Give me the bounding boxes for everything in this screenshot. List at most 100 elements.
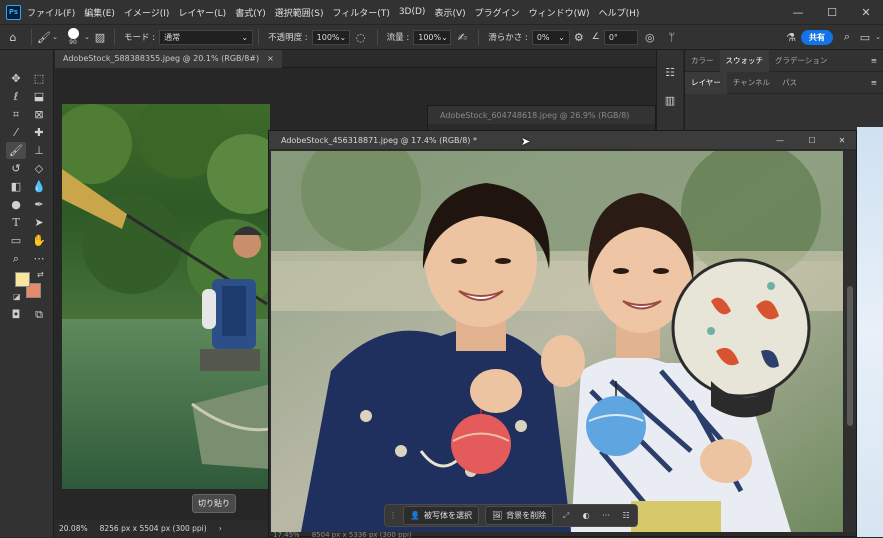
dodge-tool-icon[interactable]: ● xyxy=(6,196,26,213)
object-select-tool-icon[interactable]: ⬓ xyxy=(29,88,49,105)
canvas-canoe-photo[interactable] xyxy=(62,104,270,489)
brush-preset-picker[interactable]: 90 xyxy=(63,26,83,48)
panel-menu-icon[interactable]: ≡ xyxy=(871,56,877,65)
quick-mask-icon[interactable]: ◘ xyxy=(6,306,26,323)
blur-tool-icon[interactable]: 💧 xyxy=(29,178,49,195)
tab-paths[interactable]: パス xyxy=(776,72,803,94)
tab-color[interactable]: カラー xyxy=(685,50,720,72)
menu-file[interactable]: ファイル(F) xyxy=(27,6,75,19)
pressure-opacity-icon[interactable]: ◌ xyxy=(350,31,372,44)
minimize-icon[interactable]: — xyxy=(764,136,796,145)
maximize-icon[interactable]: ☐ xyxy=(796,136,828,145)
close-icon[interactable]: ✕ xyxy=(828,136,856,145)
flask-icon[interactable]: ⚗ xyxy=(781,31,801,44)
paste-button[interactable]: 切り貼り xyxy=(192,494,236,513)
adjustments-icon[interactable]: ☷ xyxy=(660,64,680,81)
more-options-button[interactable]: ··· xyxy=(599,511,613,520)
airbrush-icon[interactable]: ✍ xyxy=(451,31,473,44)
type-tool-icon[interactable]: T xyxy=(6,214,26,231)
adjustment-icon[interactable]: ◐ xyxy=(579,511,593,520)
eyedropper-tool-icon[interactable]: ⁄ xyxy=(6,124,26,141)
menu-type[interactable]: 書式(Y) xyxy=(235,6,266,19)
zoom-level[interactable]: 20.08% xyxy=(59,524,88,533)
panel-menu-icon[interactable]: ≡ xyxy=(871,78,877,87)
flow-field[interactable]: 100% ⌄ xyxy=(413,29,452,45)
hand-tool-icon[interactable]: ✋ xyxy=(29,232,49,249)
menu-filter[interactable]: フィルター(T) xyxy=(332,6,389,19)
stamp-tool-icon[interactable]: ⊥ xyxy=(29,142,49,159)
gear-icon[interactable]: ⚙ xyxy=(570,31,588,44)
opacity-field[interactable]: 100% ⌄ xyxy=(311,29,350,45)
angle-icon: ∠ xyxy=(591,32,600,42)
tab-gradients[interactable]: グラデーション xyxy=(769,50,833,72)
zoom-tool-icon[interactable]: ⌕ xyxy=(6,250,26,267)
home-icon[interactable]: ⌂ xyxy=(0,31,26,44)
angle-value: 0° xyxy=(608,32,618,42)
path-select-tool-icon[interactable]: ➤ xyxy=(29,214,49,231)
drag-handle-icon[interactable]: ⋮ xyxy=(389,511,397,520)
search-icon[interactable]: ⌕ xyxy=(837,30,857,44)
brush-tool-icon[interactable]: 🖌 xyxy=(37,31,51,44)
menu-3d[interactable]: 3D(D) xyxy=(399,7,426,17)
minimize-icon[interactable]: — xyxy=(781,0,815,24)
tab-layers[interactable]: レイヤー xyxy=(685,71,727,94)
scrollbar-thumb[interactable] xyxy=(847,286,853,426)
menu-view[interactable]: 表示(V) xyxy=(434,6,465,19)
chevron-down-icon[interactable]: ⌄ xyxy=(873,33,883,41)
gradient-tool-icon[interactable]: ◧ xyxy=(6,178,26,195)
status-arrow-icon[interactable]: › xyxy=(219,524,222,533)
smoothing-value: 0% xyxy=(536,32,550,42)
close-icon[interactable]: ✕ xyxy=(849,0,883,24)
maximize-icon[interactable]: ☐ xyxy=(815,0,849,24)
floating-window-front[interactable]: AdobeStock_456318871.jpeg @ 17.4% (RGB/8… xyxy=(268,130,857,538)
menu-image[interactable]: イメージ(I) xyxy=(124,6,170,19)
tab-close-icon[interactable]: × xyxy=(267,54,274,63)
history-brush-tool-icon[interactable]: ↺ xyxy=(6,160,26,177)
select-subject-button[interactable]: 👤 被写体を選択 xyxy=(403,506,479,525)
more-tools-icon[interactable]: ⋯ xyxy=(29,250,49,267)
settings-sliders-icon[interactable]: ☷ xyxy=(619,511,633,520)
remove-background-button[interactable]: 🖼 背景を削除 xyxy=(484,506,554,525)
eraser-tool-icon[interactable]: ◇ xyxy=(29,160,49,177)
zoom-level[interactable]: 17.45% xyxy=(273,532,300,538)
move-tool-icon[interactable]: ✥ xyxy=(6,70,26,87)
mode-select[interactable]: 通常 ⌄ xyxy=(159,29,254,45)
rectangle-tool-icon[interactable]: ▭ xyxy=(6,232,26,249)
window-title-bar[interactable]: AdobeStock_456318871.jpeg @ 17.4% (RGB/8… xyxy=(269,131,856,149)
crop-tool-icon[interactable]: ⌗ xyxy=(6,106,26,123)
pen-tool-icon[interactable]: ✒ xyxy=(29,196,49,213)
share-button[interactable]: 共有 xyxy=(801,29,833,45)
smoothing-field[interactable]: 0% ⌄ xyxy=(531,29,570,45)
menu-edit[interactable]: 編集(E) xyxy=(84,6,115,19)
swap-colors-icon[interactable]: ⇄ xyxy=(37,270,44,279)
pressure-size-icon[interactable]: ◎ xyxy=(638,31,662,44)
opacity-value: 100% xyxy=(316,32,340,42)
menu-plugins[interactable]: プラグイン xyxy=(475,6,520,19)
default-colors-icon[interactable]: ◪ xyxy=(13,292,21,301)
tab-channels[interactable]: チャンネル xyxy=(727,72,776,94)
menu-select[interactable]: 選択範囲(S) xyxy=(275,6,324,19)
menu-window[interactable]: ウィンドウ(W) xyxy=(529,6,590,19)
frame-tool-icon[interactable]: ⊠ xyxy=(29,106,49,123)
foreground-color-swatch[interactable] xyxy=(15,272,30,287)
vertical-scrollbar[interactable] xyxy=(844,151,856,532)
chevron-down-icon[interactable]: ⌄ xyxy=(51,33,59,41)
canvas-yukata-photo[interactable] xyxy=(271,151,843,532)
libraries-icon[interactable]: ▥ xyxy=(660,92,680,109)
marquee-tool-icon[interactable]: ⬚ xyxy=(29,70,49,87)
window-title-bar[interactable]: AdobeStock_604748618.jpeg @ 26.9% (RGB/8… xyxy=(428,106,655,124)
menu-layer[interactable]: レイヤー(L) xyxy=(178,6,226,19)
healing-brush-tool-icon[interactable]: ✚ xyxy=(29,124,49,141)
lasso-tool-icon[interactable]: ℓ xyxy=(6,88,26,105)
brush-tool-icon[interactable]: 🖌 xyxy=(6,142,26,159)
workspace-icon[interactable]: ▭ xyxy=(857,31,873,44)
transform-icon[interactable]: ⤢ xyxy=(559,511,573,521)
screen-mode-icon[interactable]: ⧉ xyxy=(29,306,49,323)
document-tab[interactable]: AdobeStock_588388355.jpeg @ 20.1% (RGB/8… xyxy=(55,49,282,68)
chevron-down-icon[interactable]: ⌄ xyxy=(83,33,91,41)
symmetry-icon[interactable]: ᛘ xyxy=(662,31,682,44)
brush-settings-icon[interactable]: ▨ xyxy=(91,31,109,44)
tab-swatches[interactable]: スウォッチ xyxy=(719,49,769,72)
angle-field[interactable]: 0° xyxy=(603,29,638,45)
menu-help[interactable]: ヘルプ(H) xyxy=(599,6,640,19)
